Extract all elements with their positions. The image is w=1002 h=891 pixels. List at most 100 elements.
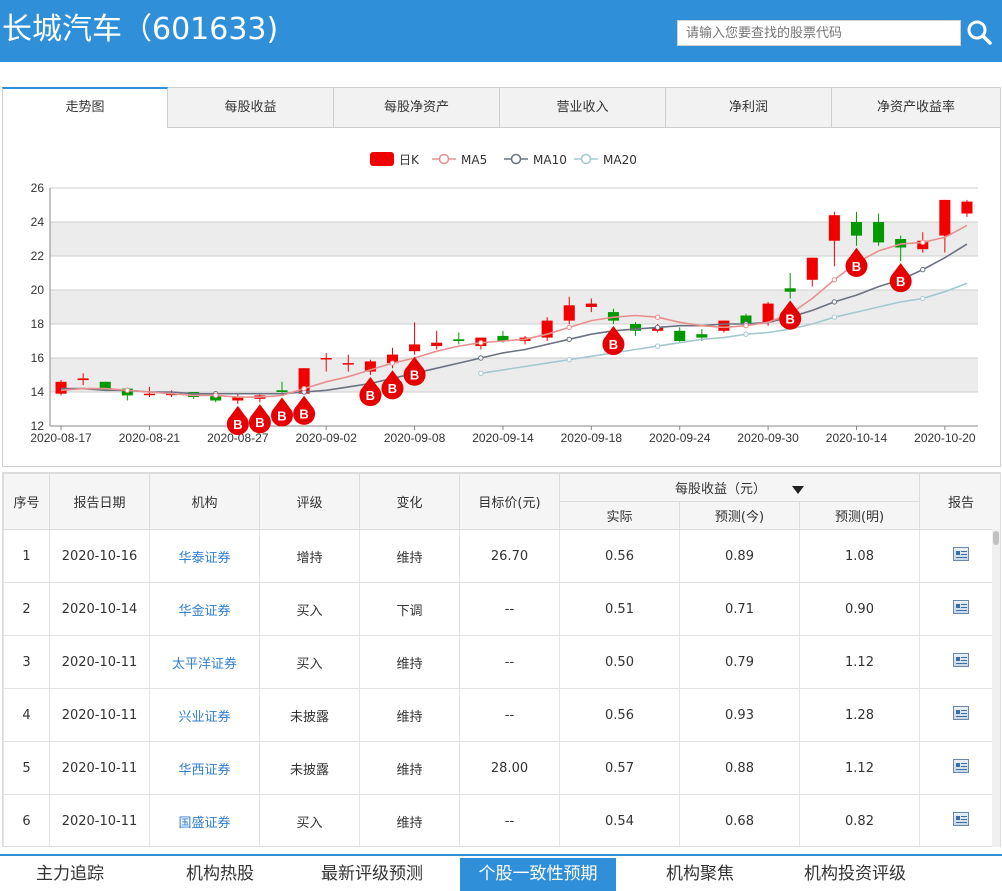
row-rating: 买入 [259,635,360,689]
row-rating: 增持 [259,529,360,583]
candle-body[interactable] [276,390,288,392]
ma10-line-point [566,336,572,343]
candle-body[interactable] [784,288,796,292]
row-change: 维持 [359,688,460,742]
candle-body[interactable] [873,222,885,243]
candle-body[interactable] [409,344,421,352]
candle-body[interactable] [143,393,155,396]
nav-consensus[interactable]: 个股一致性预期 [460,858,616,891]
legend-label[interactable]: MA5 [461,153,487,167]
ma5-line-point [301,385,307,392]
candle-body[interactable] [563,305,575,321]
stock-search-input[interactable] [677,20,961,46]
legend-swatch-dot [510,153,522,165]
table-row: 6 2020-10-11 国盛证券 买入 维持 -- 0.54 0.68 0.82 [3,794,1000,846]
tab-revenue[interactable]: 营业收入 [500,87,666,128]
candle-body[interactable] [585,303,597,307]
ma5-line-point [389,360,396,366]
buy-marker[interactable]: B [889,263,912,293]
candle-body[interactable] [828,215,840,241]
table-scroll-thumb[interactable] [993,531,999,545]
tab-nav-per-share[interactable]: 每股净资产 [334,87,500,128]
chart-legend[interactable]: 日K MA5 MA10 MA20 [370,152,637,167]
tab-trend[interactable]: 走势图 [2,87,168,128]
row-org-link[interactable]: 华金证券 [149,582,260,636]
header-target: 目标价(元) [459,473,560,530]
row-target: -- [459,635,560,689]
candle-body[interactable] [961,201,973,214]
row-org-link[interactable]: 国盛证券 [149,794,260,846]
legend-label[interactable]: MA10 [533,153,567,167]
tab-eps[interactable]: 每股收益 [168,87,334,128]
report-icon[interactable] [953,759,970,773]
row-seq: 1 [3,529,50,583]
buy-marker-label: B [277,408,286,423]
search-button[interactable] [962,14,998,50]
legend-label[interactable]: MA20 [603,153,637,167]
row-forecast-next: 0.82 [798,794,921,846]
report-icon[interactable] [953,547,970,561]
candle-body[interactable] [762,303,774,323]
row-org-link[interactable]: 华泰证券 [149,529,260,583]
row-report [919,529,1000,583]
row-forecast-this: 0.93 [679,688,800,742]
row-change: 维持 [359,529,460,583]
candle-body[interactable] [939,199,951,236]
sort-down-icon[interactable] [792,485,805,494]
candle-body[interactable] [806,257,818,280]
tab-roe[interactable]: 净资产收益率 [832,87,1001,128]
candle-body[interactable] [453,339,465,341]
candle-body[interactable] [674,330,686,341]
header-rating: 评级 [259,473,360,530]
report-icon[interactable] [953,706,970,720]
nav-main-force[interactable]: 主力追踪 [0,858,140,891]
x-tick-label: 2020-09-14 [472,431,534,445]
legend-swatch-dot [580,153,592,165]
row-seq: 6 [3,794,50,846]
candle-body[interactable] [342,363,354,365]
candle-body[interactable] [431,342,443,347]
nav-inst-hot[interactable]: 机构热股 [150,858,290,891]
row-org-link[interactable]: 兴业证券 [149,688,260,742]
x-tick-label: 2020-09-02 [295,431,357,445]
nav-inst-rating[interactable]: 机构投资评级 [785,858,925,891]
candle-body[interactable] [320,358,332,360]
candle-body[interactable] [55,381,67,394]
row-actual: 0.56 [559,688,680,742]
row-org-link[interactable]: 华西证券 [149,741,260,795]
table-scrollbar[interactable] [992,529,1000,847]
buy-marker[interactable]: B [226,405,249,436]
x-tick-label: 2020-09-24 [649,431,711,445]
header-actual: 实际 [559,501,680,530]
candle-body[interactable] [99,381,111,389]
ma20-line-point [831,314,838,320]
buy-marker[interactable]: B [293,395,316,425]
row-forecast-next: 1.12 [798,635,921,689]
kline-chart[interactable]: 日K MA5 MA10 MA20 12 14 16 18 20 22 24 26 2020-08-1… [2,128,1001,466]
ma5-line-point [566,324,572,331]
nav-inst-focus[interactable]: 机构聚焦 [630,858,770,891]
search-icon [967,20,992,45]
candle-body[interactable] [696,334,708,338]
header-forecast-this: 预测(今) [679,501,800,530]
candle-body[interactable] [850,222,862,236]
header-eps[interactable]: 每股收益（元） [558,473,921,502]
row-org-link[interactable]: 太平洋证券 [149,635,260,689]
legend-label[interactable]: 日K [399,153,420,167]
table-row: 4 2020-10-11 兴业证券 未披露 维持 -- 0.56 0.93 1.28 [3,688,1000,742]
report-icon[interactable] [953,600,970,614]
row-target: 26.70 [459,529,560,583]
row-rating: 未披露 [259,688,360,742]
tab-net-profit[interactable]: 净利润 [666,87,832,128]
forecast-table: 序号 报告日期 机构 评级 变化 目标价(元) 每股收益（元） 报告 实际 预测… [3,473,1000,846]
ma5-line-point [831,277,838,283]
report-icon[interactable] [953,812,970,826]
candle-body[interactable] [718,320,730,331]
buy-marker[interactable]: B [271,397,293,427]
row-date: 2020-10-11 [49,635,150,689]
nav-latest-rating[interactable]: 最新评级预测 [297,858,447,891]
candle-body[interactable] [77,378,89,381]
buy-marker[interactable]: B [248,404,271,434]
report-icon[interactable] [953,653,970,667]
y-tick-label: 16 [31,351,45,365]
